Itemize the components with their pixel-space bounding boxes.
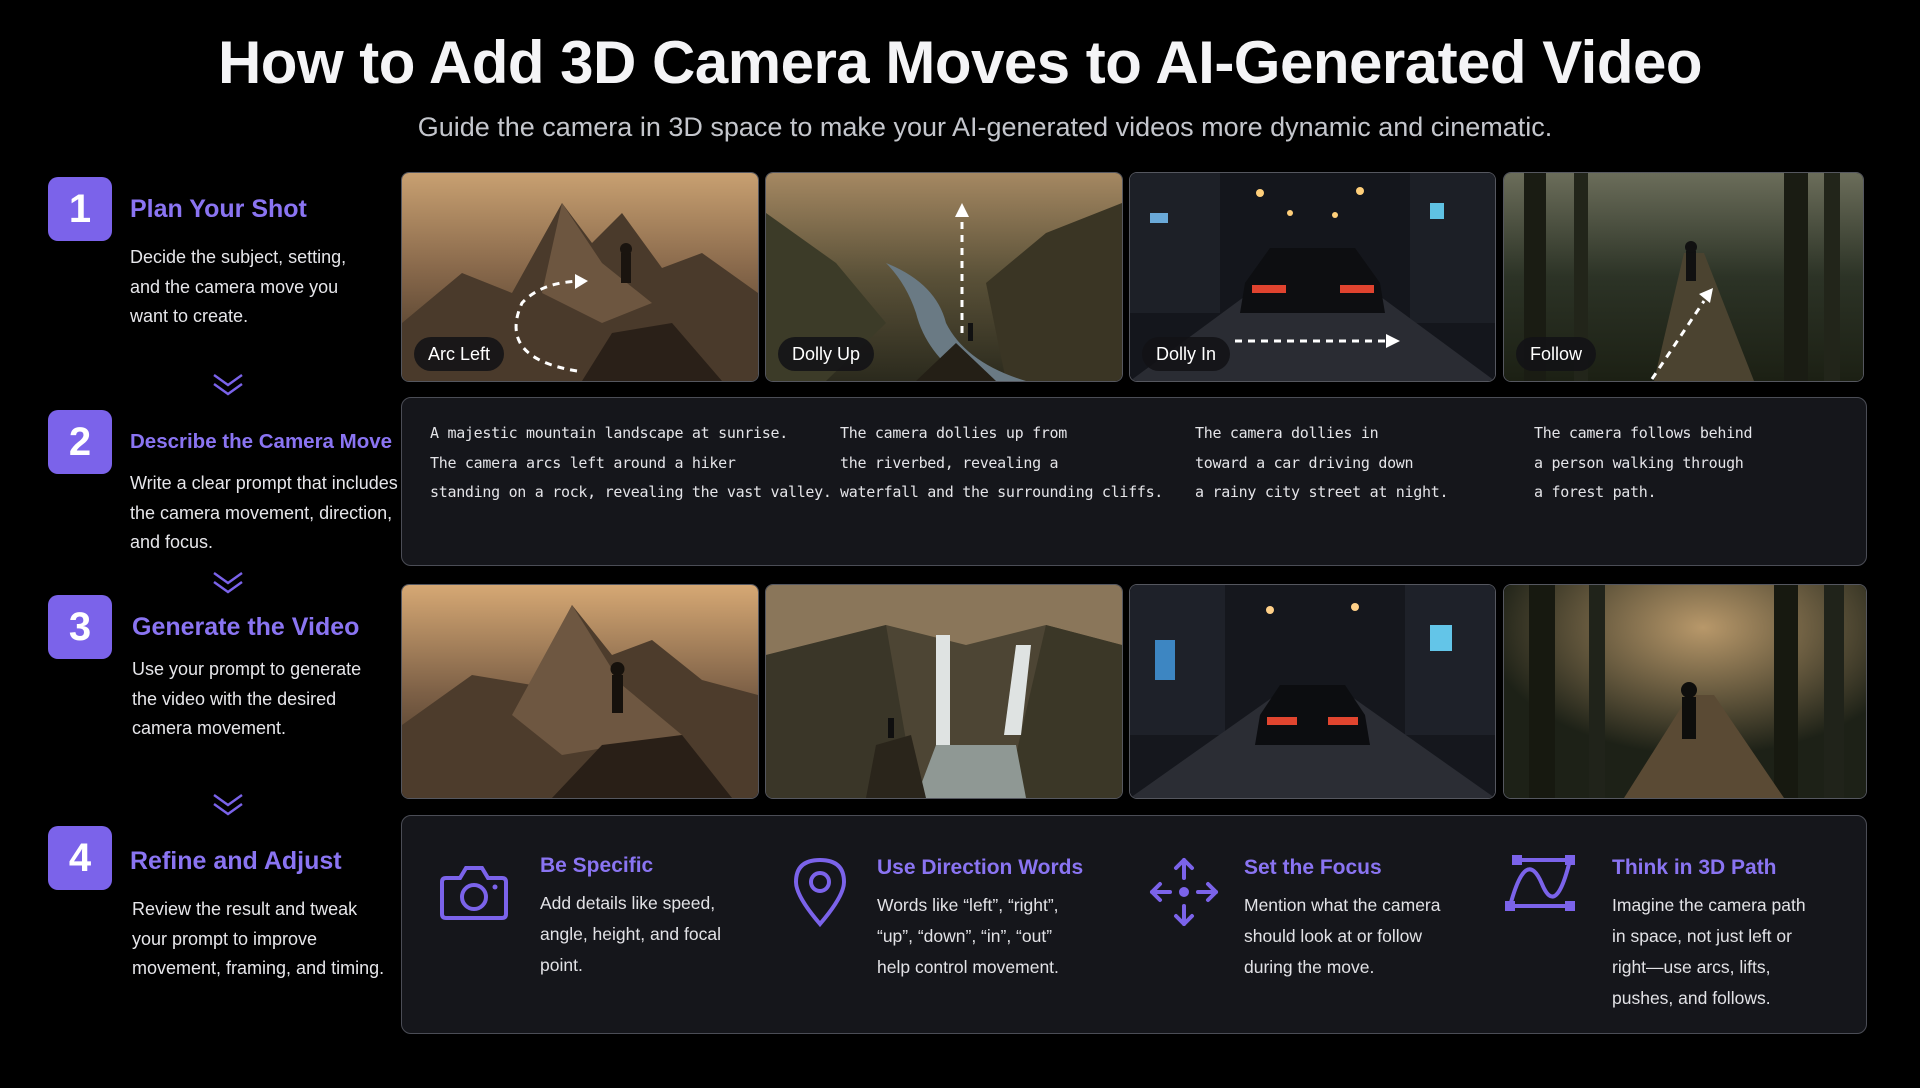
result-forest[interactable] <box>1503 584 1867 799</box>
move-arrows-icon <box>1150 858 1218 926</box>
step-title: Generate the Video <box>132 613 360 641</box>
step-description: Review the result and tweak your prompt … <box>132 899 385 978</box>
step-title: Plan Your Shot <box>130 195 307 223</box>
prompt-text: The camera dollies up from the riverbed,… <box>840 424 1164 501</box>
shot-label: Arc Left <box>414 337 505 371</box>
tip-body: Imagine the camera path in space, not ju… <box>1612 895 1806 1008</box>
tips-panel: Be Specific Add details like speed, angl… <box>401 815 1867 1034</box>
prompt-text: The camera dollies in toward a car drivi… <box>1195 424 1449 501</box>
step-title: Refine and Adjust <box>130 847 342 875</box>
night-street-car-image <box>1130 585 1495 798</box>
step-number: 3 <box>48 595 112 659</box>
forest-walker-image <box>1504 585 1866 798</box>
location-pin-icon <box>793 857 847 928</box>
tip-title: Set the Focus <box>1244 856 1382 879</box>
tip-body: Words like “left”, “right”, “up”, “down”… <box>877 895 1059 977</box>
shot-label: Follow <box>1516 337 1597 371</box>
result-waterfall[interactable] <box>765 584 1123 799</box>
shot-arc-left[interactable]: Arc Left <box>401 172 759 382</box>
chevron-down-icon <box>213 572 243 594</box>
shot-label: Dolly In <box>1142 337 1231 371</box>
chevron-down-icon <box>213 374 243 396</box>
page-title: How to Add 3D Camera Moves to AI-Generat… <box>217 29 1703 96</box>
result-mountain[interactable] <box>401 584 759 799</box>
prompt-text: A majestic mountain landscape at sunrise… <box>430 424 832 501</box>
mountain-hiker-image <box>402 585 758 798</box>
tip-body: Mention what the camera should look at o… <box>1244 895 1441 977</box>
shot-label: Dolly Up <box>778 337 875 371</box>
step-2: 2 Describe the Camera Move Write a clear… <box>48 410 398 560</box>
tip-title: Think in 3D Path <box>1612 856 1777 879</box>
shot-dolly-in[interactable]: Dolly In <box>1129 172 1496 382</box>
step-3: 3 Generate the Video Use your prompt to … <box>48 595 388 745</box>
shot-follow[interactable]: Follow <box>1503 172 1864 382</box>
bezier-path-icon <box>1505 855 1575 911</box>
tip-title: Use Direction Words <box>877 856 1084 879</box>
step-description: Use your prompt to generate the video wi… <box>132 659 362 738</box>
page-subtitle: Guide the camera in 3D space to make you… <box>417 112 1553 142</box>
tip-title: Be Specific <box>540 854 654 877</box>
step-4: 4 Refine and Adjust Review the result an… <box>48 826 388 996</box>
step-description: Write a clear prompt that includes the c… <box>130 473 398 552</box>
camera-icon <box>440 866 508 920</box>
tip-body: Add details like speed, angle, height, a… <box>540 893 721 975</box>
step-description: Decide the subject, setting, and the cam… <box>130 247 347 326</box>
step-number: 2 <box>48 410 112 474</box>
result-city-street[interactable] <box>1129 584 1496 799</box>
step-number: 4 <box>48 826 112 890</box>
prompt-panel: A majestic mountain landscape at sunrise… <box>401 397 1867 566</box>
prompt-text: The camera follows behind a person walki… <box>1534 424 1753 501</box>
step-number: 1 <box>48 177 112 241</box>
shot-dolly-up[interactable]: Dolly Up <box>765 172 1123 382</box>
waterfall-cliffs-image <box>766 585 1122 798</box>
step-1: 1 Plan Your Shot Decide the subject, set… <box>48 177 388 347</box>
step-title: Describe the Camera Move <box>130 430 393 453</box>
chevron-down-icon <box>213 794 243 816</box>
